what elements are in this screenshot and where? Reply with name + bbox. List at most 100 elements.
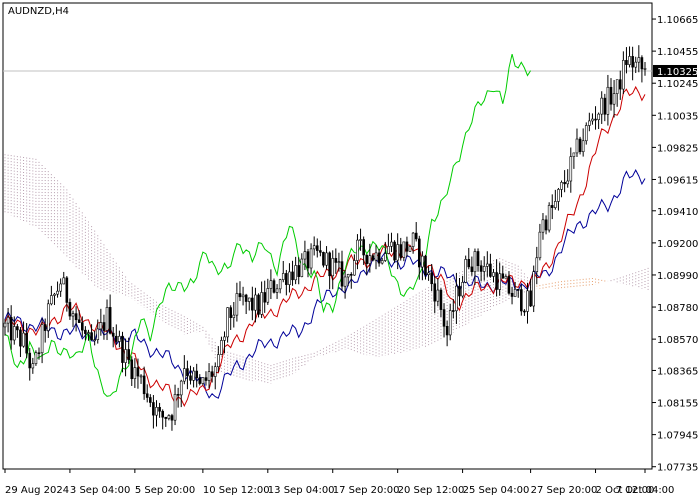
price-tick-label: 1.10245 — [657, 79, 698, 90]
candle-body — [603, 97, 607, 115]
candle-body — [71, 313, 75, 317]
candle-body — [254, 294, 257, 311]
candle-body — [142, 375, 146, 395]
candle-body — [439, 289, 443, 310]
candle-body — [189, 375, 192, 381]
time-tick-label: 3 Sep 04:00 — [70, 485, 130, 496]
candle-body — [68, 302, 72, 317]
candle-body — [581, 140, 585, 153]
candle-body — [167, 415, 171, 419]
time-tick-label: 29 Aug 2024 — [5, 485, 69, 496]
candle-body — [90, 332, 93, 341]
candle-body — [421, 255, 424, 268]
candle-body — [520, 289, 523, 312]
candle-body — [80, 322, 84, 331]
candle-body — [584, 125, 588, 142]
time-tick-label: 10 Sep 12:00 — [203, 485, 270, 496]
candle-body — [220, 340, 223, 355]
candle-body — [516, 288, 520, 291]
candle-body — [96, 328, 100, 340]
candle-body — [238, 293, 242, 298]
candle-body — [217, 354, 220, 368]
candle-body — [479, 265, 483, 272]
candle-body — [353, 260, 356, 276]
candle-body — [183, 368, 186, 382]
candle-body — [40, 324, 44, 354]
candle-body — [470, 266, 474, 273]
candle-body — [374, 252, 378, 261]
candle-body — [133, 367, 137, 380]
candle-body — [637, 57, 641, 63]
time-tick-label: 5 Sep 20:00 — [135, 485, 195, 496]
candle-body — [337, 261, 341, 263]
candle-body — [322, 252, 325, 266]
candle-body — [615, 79, 619, 94]
candle-body — [331, 258, 335, 277]
candle-body — [402, 241, 406, 258]
candle-body — [173, 394, 177, 421]
candle-body — [538, 231, 542, 259]
price-tick-label: 1.08365 — [657, 366, 698, 377]
candle-body — [244, 294, 248, 302]
candle-body — [28, 352, 32, 369]
candle-body — [554, 201, 557, 208]
candle-body — [46, 303, 50, 331]
candle-body — [557, 189, 560, 202]
candle-body — [467, 259, 471, 268]
candle-body — [235, 293, 239, 316]
candle-body — [62, 277, 66, 285]
candle-body — [294, 265, 297, 281]
candle-body — [424, 255, 427, 275]
candle-body — [204, 377, 208, 381]
candle-body — [393, 241, 396, 261]
price-tick-label: 1.08990 — [657, 271, 698, 282]
candle — [272, 278, 276, 294]
candle-body — [257, 294, 260, 315]
candle-body — [411, 232, 415, 247]
candle-body — [136, 367, 140, 377]
candle-body — [59, 283, 62, 292]
candle-body — [179, 380, 183, 396]
price-tick-label: 1.09615 — [657, 175, 698, 186]
candle-body — [223, 336, 226, 341]
candle-body — [473, 251, 477, 273]
candle-body — [43, 324, 47, 331]
candle-body — [303, 251, 307, 260]
candle-body — [176, 394, 180, 396]
candle-body — [405, 241, 409, 252]
candle-body — [563, 182, 566, 185]
candle-body — [492, 272, 495, 277]
chart-canvas: 1.10665 1.10455 1.10245 1.10035 1.09825 1.096… — [2, 2, 698, 496]
candle-body — [640, 57, 644, 70]
candle-body — [312, 245, 316, 250]
chart: 1.10665 1.10455 1.10245 1.10035 1.09825 1.096… — [0, 0, 700, 500]
candle-body — [523, 310, 526, 313]
candle-body — [127, 349, 130, 361]
candle — [578, 136, 582, 155]
candle-body — [547, 205, 551, 231]
candle-body — [93, 339, 96, 341]
time-tick-label: 17 Sep 20:00 — [333, 485, 400, 496]
candle-body — [486, 263, 489, 267]
chart-title: AUDNZD,H4 — [8, 6, 69, 17]
candle-body — [566, 180, 570, 185]
candle-body — [535, 257, 539, 272]
time-tick-label: 25 Sep 04:00 — [463, 485, 530, 496]
candle-body — [380, 260, 384, 264]
price-tick-label: 1.07735 — [657, 463, 698, 474]
candle-body — [417, 238, 421, 268]
candle-body — [618, 79, 622, 90]
price-tick-label: 1.08570 — [657, 335, 698, 346]
candle-body — [461, 282, 464, 297]
candle — [408, 245, 412, 252]
candle-body — [482, 266, 486, 272]
candle-body — [328, 252, 331, 277]
candle-body — [544, 219, 548, 231]
candle-body — [356, 239, 359, 261]
candle-body — [291, 271, 294, 281]
candle-body — [278, 279, 282, 290]
candle-body — [102, 322, 106, 331]
candle-body — [12, 326, 16, 341]
candle-body — [325, 252, 328, 266]
candle-body — [495, 272, 498, 290]
